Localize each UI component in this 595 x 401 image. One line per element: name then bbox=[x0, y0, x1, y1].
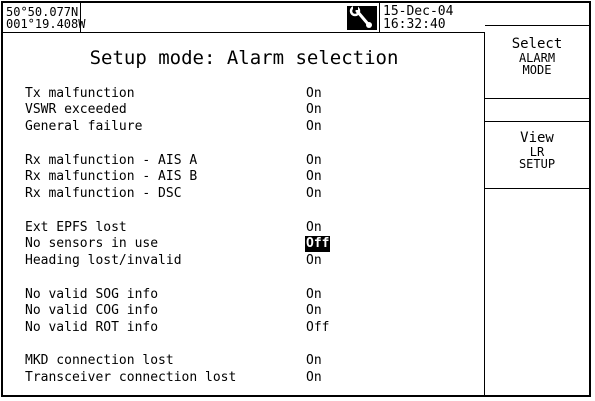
alarm-value[interactable]: On bbox=[305, 287, 323, 303]
select-alarm-mode-softkey[interactable]: Select ALARM MODE bbox=[485, 25, 589, 99]
softkey-label: MODE bbox=[522, 63, 552, 77]
alarm-value[interactable]: Off bbox=[305, 320, 330, 336]
alarm-label: No valid COG info bbox=[25, 303, 159, 318]
page-title: Setup mode: Alarm selection bbox=[89, 47, 399, 69]
alarm-value[interactable]: On bbox=[305, 303, 323, 319]
softkey-label: Select bbox=[511, 36, 563, 52]
alarm-label: Tx malfunction bbox=[25, 86, 135, 101]
device-screen: 50°50.077N 001°19.408W 15-Dec-04 16:32:4… bbox=[1, 1, 591, 397]
longitude: 001°19.408W bbox=[6, 17, 86, 31]
alarm-value[interactable]: On bbox=[305, 153, 323, 169]
alarm-value[interactable]: On bbox=[305, 353, 323, 369]
alarm-label: VSWR exceeded bbox=[25, 102, 127, 117]
position-readout: 50°50.077N 001°19.408W bbox=[3, 3, 85, 33]
view-lr-setup-softkey[interactable]: View LR SETUP bbox=[485, 121, 589, 189]
alarm-label: No sensors in use bbox=[25, 236, 159, 251]
softkey-label: SETUP bbox=[518, 157, 556, 171]
time: 16:32:40 bbox=[383, 17, 446, 32]
alarm-label: General failure bbox=[25, 119, 143, 134]
softkey-column: Select ALARM MODE View LR SETUP bbox=[485, 3, 589, 395]
alarm-label: Rx malfunction - DSC bbox=[25, 186, 182, 201]
alarm-value[interactable]: On bbox=[305, 86, 323, 102]
date-time: 15-Dec-04 16:32:40 bbox=[379, 3, 485, 33]
softkey-label: View bbox=[520, 130, 554, 146]
alarm-value[interactable]: On bbox=[305, 169, 323, 185]
alarm-label: Transceiver connection lost bbox=[25, 370, 237, 385]
wrench-icon bbox=[347, 5, 377, 30]
alarm-label: No valid SOG info bbox=[25, 287, 159, 302]
alarm-label: No valid ROT info bbox=[25, 320, 159, 335]
alarm-value[interactable]: On bbox=[305, 220, 323, 236]
alarm-label: Heading lost/invalid bbox=[25, 253, 182, 268]
alarm-value[interactable]: On bbox=[305, 253, 323, 269]
alarm-label: Rx malfunction - AIS B bbox=[25, 169, 198, 184]
status-bar: 15-Dec-04 16:32:40 bbox=[81, 3, 485, 33]
alarm-selection-panel: Setup mode: Alarm selection Tx malfuncti… bbox=[3, 33, 485, 395]
alarm-value[interactable]: On bbox=[305, 186, 323, 202]
alarm-value-selected[interactable]: Off bbox=[305, 236, 331, 252]
alarm-value[interactable]: On bbox=[305, 102, 323, 118]
alarm-label: Ext EPFS lost bbox=[25, 220, 127, 235]
alarm-value[interactable]: On bbox=[305, 119, 323, 135]
alarm-label: MKD connection lost bbox=[25, 353, 174, 368]
alarm-value[interactable]: On bbox=[305, 370, 323, 386]
alarm-label: Rx malfunction - AIS A bbox=[25, 153, 198, 168]
